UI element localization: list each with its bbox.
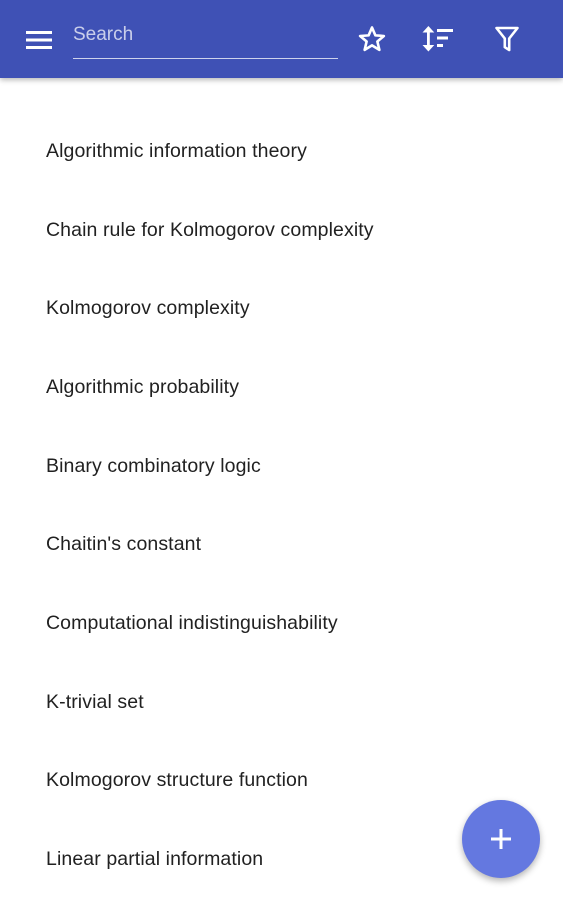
favorites-button[interactable] — [354, 21, 390, 57]
list-item[interactable]: Chain rule for Kolmogorov complexity — [0, 191, 563, 270]
menu-button[interactable] — [22, 23, 56, 57]
article-list: Algorithmic information theory Chain rul… — [0, 112, 563, 899]
filter-button[interactable] — [489, 21, 525, 57]
filter-icon — [495, 26, 519, 52]
hamburger-menu-icon — [26, 31, 52, 49]
list-item[interactable]: Algorithmic information theory — [0, 112, 563, 191]
star-outline-icon — [358, 26, 386, 52]
search-field — [73, 17, 338, 59]
list-item[interactable]: Computational indistinguishability — [0, 584, 563, 663]
top-app-bar — [0, 0, 563, 78]
list-item[interactable]: Algorithmic probability — [0, 348, 563, 427]
sort-icon — [422, 26, 453, 52]
sort-button[interactable] — [420, 21, 456, 57]
list-item[interactable]: Chaitin's constant — [0, 505, 563, 584]
list-item[interactable]: K-trivial set — [0, 663, 563, 742]
add-button[interactable] — [462, 800, 540, 878]
plus-icon — [491, 829, 511, 849]
list-item[interactable]: Binary combinatory logic — [0, 427, 563, 506]
search-input[interactable] — [73, 17, 338, 58]
list-item[interactable]: Kolmogorov complexity — [0, 269, 563, 348]
app-screen: Algorithmic information theory Chain rul… — [0, 0, 563, 900]
